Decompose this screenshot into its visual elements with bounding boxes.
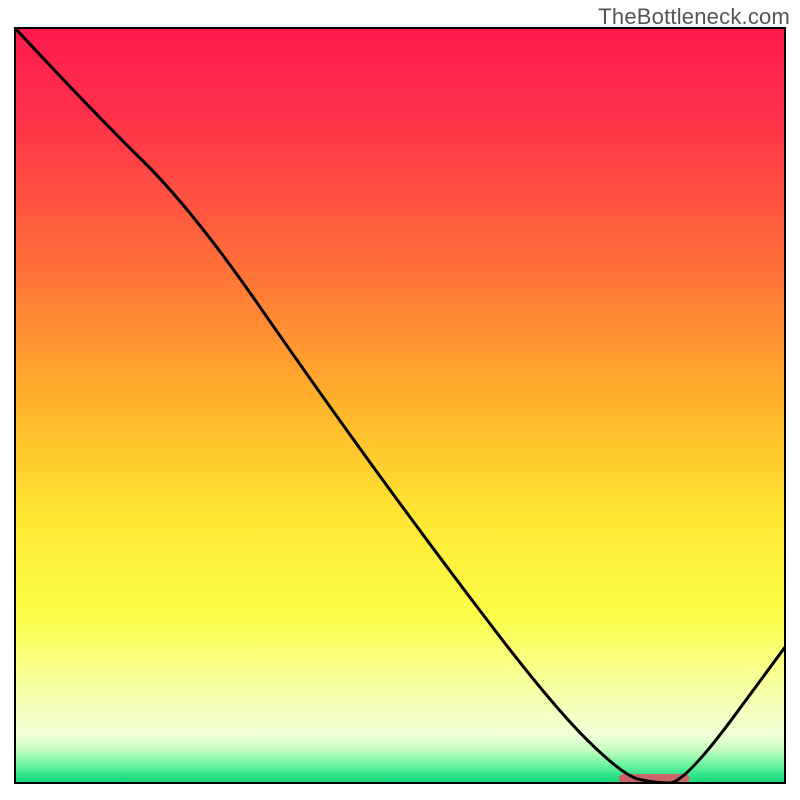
watermark-text: TheBottleneck.com bbox=[598, 4, 790, 30]
plot-background bbox=[15, 28, 785, 783]
chart-container: TheBottleneck.com bbox=[0, 0, 800, 800]
chart-svg bbox=[0, 0, 800, 800]
